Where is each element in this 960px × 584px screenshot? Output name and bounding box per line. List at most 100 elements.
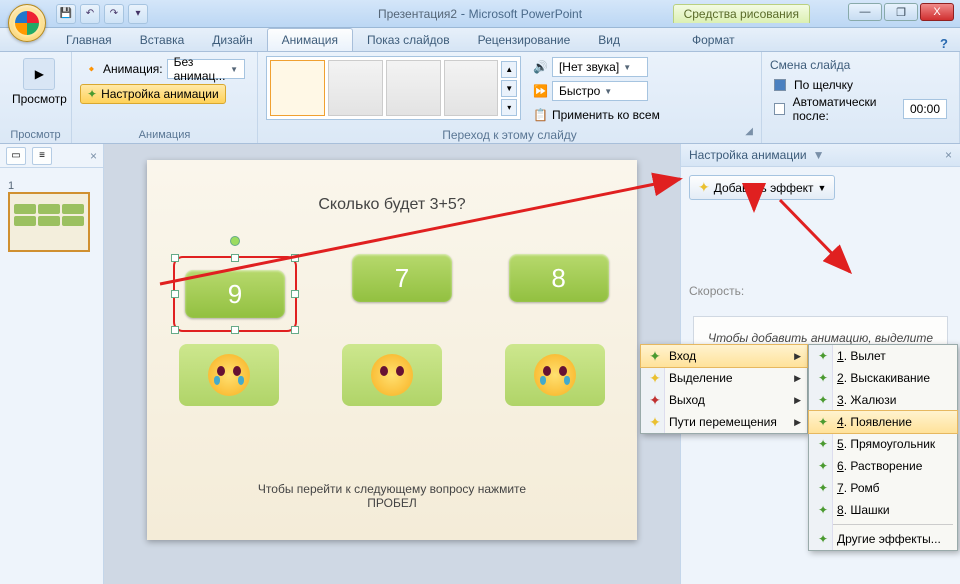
transition-speed[interactable]: ⏩Быстро▼	[529, 80, 664, 102]
qat-save[interactable]: 💾	[56, 4, 76, 24]
apply-to-all[interactable]: 📋Применить ко всем	[529, 104, 664, 126]
resize-handle[interactable]	[171, 326, 179, 334]
panel-close[interactable]: ×	[90, 149, 97, 163]
emoji-button[interactable]	[505, 344, 605, 406]
star-icon: ✦	[815, 371, 831, 385]
group-label-animation: Анимация	[80, 127, 249, 143]
ribbon: ▶Просмотр Просмотр 🔸Анимация: Без анимац…	[0, 52, 960, 144]
resize-handle[interactable]	[291, 254, 299, 262]
menu-item-Ромб[interactable]: ✦7. Ромб	[809, 477, 957, 499]
menu-item-Появление[interactable]: ✦4. Появление	[809, 411, 957, 433]
contextual-tab-label: Средства рисования	[673, 4, 810, 23]
menu-item-Шашки[interactable]: ✦8. Шашки	[809, 499, 957, 521]
preview-button[interactable]: ▶Просмотр	[8, 56, 71, 108]
star-icon: ✦	[698, 179, 710, 196]
tab-home[interactable]: Главная	[52, 29, 126, 51]
slide-canvas[interactable]: Сколько будет 3+5? 9	[104, 144, 680, 584]
tab-insert[interactable]: Вставка	[126, 29, 199, 51]
resize-handle[interactable]	[231, 254, 239, 262]
menu-item-Вылет[interactable]: ✦1. Вылет	[809, 345, 957, 367]
qat-undo[interactable]: ↶	[80, 4, 100, 24]
star-icon: ✦	[647, 414, 663, 431]
resize-handle[interactable]	[231, 326, 239, 334]
star-icon: ✦	[815, 503, 831, 517]
selected-shape[interactable]: 9	[173, 256, 297, 332]
taskpane-title: Настройка анимации	[689, 148, 807, 162]
qat-redo[interactable]: ↷	[104, 4, 124, 24]
custom-animation-button[interactable]: ✦Настройка анимации	[80, 84, 226, 104]
help-icon[interactable]: ?	[940, 36, 948, 51]
star-icon: ✦	[815, 349, 831, 363]
taskpane-pin-icon[interactable]: ▼	[813, 148, 825, 162]
transition-gallery[interactable]: ▲ ▼ ▾	[266, 56, 521, 120]
speed-label: Скорость:	[689, 284, 952, 298]
menu-item-Пути перемещения[interactable]: ✦Пути перемещения▶	[641, 411, 807, 433]
group-label-transition: Переход к этому слайду◢	[266, 126, 753, 144]
transition-sound[interactable]: 🔊[Нет звука]▼	[529, 56, 664, 78]
resize-handle[interactable]	[171, 254, 179, 262]
slides-tab[interactable]: ▭	[6, 147, 26, 165]
menu-item-Выход[interactable]: ✦Выход▶	[641, 389, 807, 411]
office-button[interactable]	[8, 4, 46, 42]
menu-item-Растворение[interactable]: ✦6. Растворение	[809, 455, 957, 477]
ribbon-tabs: Главная Вставка Дизайн Анимация Показ сл…	[0, 28, 960, 52]
tab-format[interactable]: Формат	[678, 29, 749, 51]
menu-item-Другие эффекты...[interactable]: ✦Другие эффекты...	[809, 528, 957, 550]
answer-button-9[interactable]: 9	[185, 270, 285, 318]
star-icon: ✦	[647, 370, 663, 387]
star-icon: ✦	[815, 459, 831, 473]
transition-item[interactable]	[386, 60, 441, 116]
animation-dropdown[interactable]: 🔸Анимация: Без анимац...▼	[80, 58, 249, 80]
menu-item-Прямоугольник[interactable]: ✦5. Прямоугольник	[809, 433, 957, 455]
emoji-button[interactable]	[179, 344, 279, 406]
advance-title: Смена слайда	[770, 58, 850, 72]
window-minimize[interactable]: —	[848, 3, 882, 21]
answer-button-8[interactable]: 8	[509, 254, 609, 302]
slide-hint: Чтобы перейти к следующему вопросу нажми…	[147, 482, 637, 510]
tab-view[interactable]: Вид	[584, 29, 634, 51]
slide: Сколько будет 3+5? 9	[147, 160, 637, 540]
tab-review[interactable]: Рецензирование	[464, 29, 585, 51]
gallery-up[interactable]: ▲	[501, 61, 517, 78]
tab-design[interactable]: Дизайн	[198, 29, 266, 51]
title-bar: 💾 ↶ ↷ ▾ Презентация2 - Microsoft PowerPo…	[0, 0, 960, 28]
quick-access-toolbar: 💾 ↶ ↷ ▾	[56, 4, 148, 24]
resize-handle[interactable]	[291, 326, 299, 334]
entrance-effects-menu: ✦1. Вылет✦2. Выскакивание✦3. Жалюзи✦4. П…	[808, 344, 958, 551]
menu-item-Выскакивание[interactable]: ✦2. Выскакивание	[809, 367, 957, 389]
star-icon: ✦	[815, 481, 831, 495]
slides-panel: ▭ ≡ × 1	[0, 144, 104, 584]
window-maximize[interactable]: ❐	[884, 3, 918, 21]
star-icon: ✦	[647, 348, 663, 365]
star-icon: ✦	[815, 393, 831, 407]
effect-category-menu: ✦Вход▶✦Выделение▶✦Выход▶✦Пути перемещени…	[640, 344, 808, 434]
preview-label: Просмотр	[12, 92, 67, 106]
answer-button-7[interactable]: 7	[352, 254, 452, 302]
taskpane-close-icon[interactable]: ×	[945, 148, 952, 162]
menu-item-Вход[interactable]: ✦Вход▶	[641, 345, 807, 367]
window-close[interactable]: X	[920, 3, 954, 21]
tab-slideshow[interactable]: Показ слайдов	[353, 29, 464, 51]
add-effect-button[interactable]: ✦ Добавить эффект ▼	[689, 175, 835, 200]
resize-handle[interactable]	[291, 290, 299, 298]
resize-handle[interactable]	[171, 290, 179, 298]
transition-item[interactable]	[328, 60, 383, 116]
tab-animation[interactable]: Анимация	[267, 28, 353, 51]
menu-item-Выделение[interactable]: ✦Выделение▶	[641, 367, 807, 389]
auto-after-checkbox[interactable]: Автоматически после:00:00	[770, 98, 951, 120]
transition-item[interactable]	[444, 60, 499, 116]
group-launcher-icon[interactable]: ◢	[745, 126, 753, 137]
star-icon: ✦	[647, 392, 663, 409]
group-label-preview: Просмотр	[8, 127, 63, 143]
gallery-more[interactable]: ▾	[501, 99, 517, 116]
slide-thumbnail[interactable]: 1	[8, 178, 95, 252]
gallery-down[interactable]: ▼	[501, 80, 517, 97]
transition-none[interactable]	[270, 60, 325, 116]
star-icon: ✦	[815, 437, 831, 451]
menu-item-Жалюзи[interactable]: ✦3. Жалюзи	[809, 389, 957, 411]
emoji-button[interactable]	[342, 344, 442, 406]
outline-tab[interactable]: ≡	[32, 147, 52, 165]
on-click-checkbox[interactable]: По щелчку	[770, 74, 857, 96]
rotate-handle[interactable]	[230, 236, 240, 246]
qat-more[interactable]: ▾	[128, 4, 148, 24]
